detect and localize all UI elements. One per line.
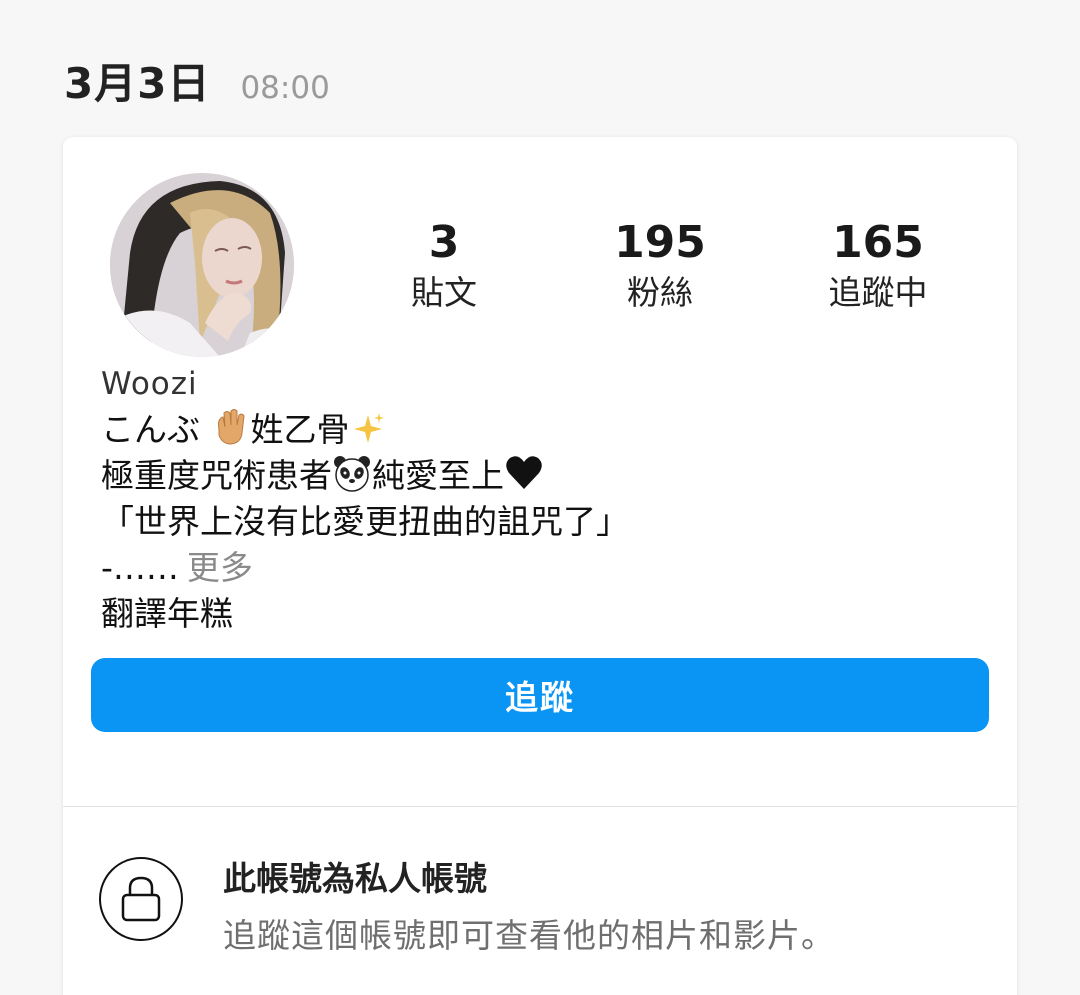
- message-timestamp: 3月3日 08:00: [64, 50, 330, 111]
- avatar-portrait-image: [110, 173, 294, 357]
- bio-line-4-text: -……: [101, 548, 179, 587]
- bio-line-3: 「世界上沒有比愛更扭曲的詛咒了」: [101, 502, 629, 541]
- screen: 3月3日 08:00 3 貼文 195 粉絲 165 追蹤中 Woozi こんぶ…: [0, 0, 1080, 995]
- following-stat[interactable]: 165 追蹤中: [778, 217, 978, 317]
- private-account-description: 追蹤這個帳號即可查看他的相片和影片。: [223, 916, 835, 955]
- time-label: 08:00: [240, 70, 330, 106]
- panda-face-icon: [334, 456, 370, 492]
- sparkles-icon: [353, 413, 384, 443]
- profile-name: Woozi: [101, 366, 198, 402]
- divider: [63, 806, 1017, 807]
- private-account-title: 此帳號為私人帳號: [223, 859, 487, 898]
- bio-line-1: こんぶ 姓乙骨: [101, 407, 629, 453]
- followers-stat[interactable]: 195 粉絲: [560, 217, 760, 317]
- followers-label: 粉絲: [627, 273, 693, 312]
- bio-line-5: 翻譯年糕: [101, 594, 233, 633]
- follow-button[interactable]: 追蹤: [91, 658, 989, 732]
- posts-stat[interactable]: 3 貼文: [344, 217, 544, 317]
- profile-card[interactable]: 3 貼文 195 粉絲 165 追蹤中 Woozi こんぶ 姓乙骨 極重度咒術患…: [63, 137, 1017, 995]
- bio-line-4: -…… 更多: [101, 545, 629, 591]
- lock-icon: [99, 857, 183, 941]
- bio-more-link[interactable]: 更多: [187, 548, 253, 587]
- bio-line-1-suffix: 姓乙骨: [250, 410, 350, 449]
- bio-line-2-prefix: 極重度咒術患者: [101, 456, 332, 495]
- waving-hand-icon: [217, 409, 245, 445]
- bio-line-1-prefix: こんぶ: [101, 410, 211, 449]
- bio-line-2: 極重度咒術患者 純愛至上: [101, 453, 629, 499]
- followers-count: 195: [614, 217, 706, 268]
- following-label: 追蹤中: [828, 273, 928, 312]
- posts-count: 3: [428, 217, 460, 268]
- avatar[interactable]: [110, 173, 294, 357]
- posts-label: 貼文: [411, 273, 477, 312]
- date-label: 3月3日: [64, 59, 211, 108]
- lock-icon-graphic: [121, 876, 161, 922]
- bio-line-2-suffix: 純愛至上: [372, 456, 504, 495]
- following-count: 165: [832, 217, 924, 268]
- profile-bio: こんぶ 姓乙骨 極重度咒術患者 純愛至上 「世界上沒有比愛更扭曲的詛咒了」 -……: [101, 407, 629, 637]
- black-heart-icon: [506, 456, 542, 489]
